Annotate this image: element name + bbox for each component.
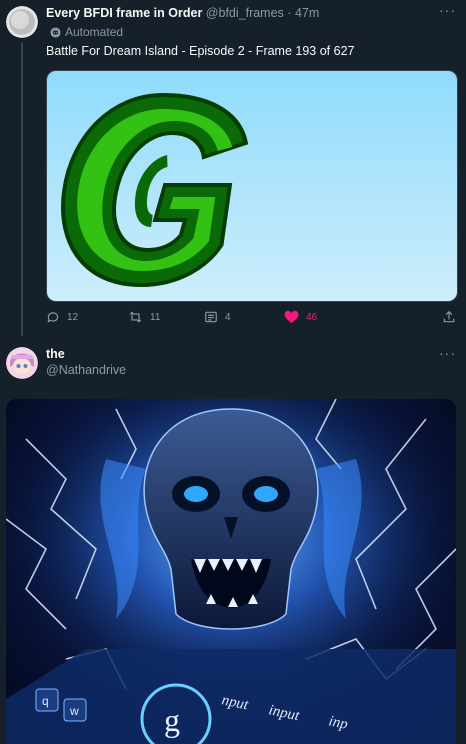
logo-g: g [164,702,180,738]
author-name[interactable]: Every BFDI frame in Order [46,6,202,20]
automated-label: Automated [50,25,123,39]
tweet-nathandrive[interactable]: the @Nathandrive ··· q w g nput input in… [0,337,466,744]
letter-g-image [61,92,249,288]
author-handle[interactable]: @Nathandrive [46,363,126,377]
key-q: q [42,694,49,708]
reply-icon [47,312,59,323]
tweet-text: Battle For Dream Island - Episode 2 - Fr… [46,44,355,58]
quote-count: 4 [225,311,231,323]
tweet-media-image[interactable] [46,70,458,302]
quote-button[interactable]: 4 [204,310,231,324]
robot-icon [50,26,61,38]
skull-image: q w g nput input inp [6,399,456,744]
quote-icon [205,311,217,323]
reply-count: 12 [67,311,79,323]
key-w: w [69,704,79,718]
tweet-media-image[interactable]: q w g nput input inp [6,399,456,744]
avatar[interactable] [6,6,38,38]
retweet-count: 11 [150,311,161,323]
retweet-button[interactable]: 11 [128,310,160,324]
like-button[interactable]: 46 [284,310,317,324]
tweet-bfdi[interactable]: Every BFDI frame in Order @bfdi_frames ·… [0,0,466,336]
tweet-header: Every BFDI frame in Order @bfdi_frames ·… [46,6,319,20]
author-name[interactable]: the [46,347,65,361]
share-icon [443,310,455,323]
automated-text: Automated [65,25,124,39]
more-options-button[interactable]: ··· [439,2,456,18]
tweet-actions: 12 11 4 46 [46,310,460,330]
retweet-icon [129,311,142,323]
like-count: 46 [306,311,318,323]
heart-icon [284,310,299,324]
more-options-button[interactable]: ··· [439,345,456,361]
avatar[interactable] [6,347,38,379]
author-handle[interactable]: @bfdi_frames [206,6,284,20]
separator: · [287,6,292,20]
reply-button[interactable]: 12 [46,310,78,324]
thread-line [21,42,23,336]
timestamp[interactable]: 47m [295,6,319,20]
share-button[interactable] [442,310,456,324]
